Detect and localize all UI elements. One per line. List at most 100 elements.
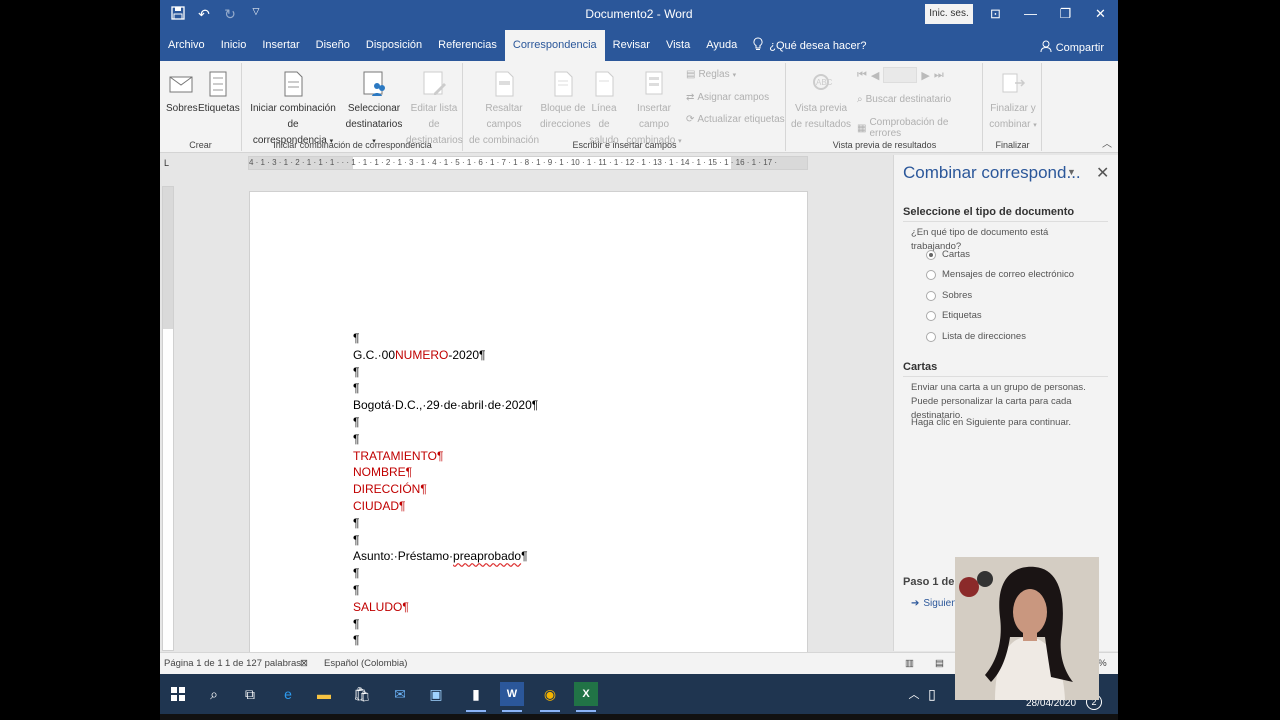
tab-vista[interactable]: Vista <box>658 30 698 61</box>
tab-inicio[interactable]: Inicio <box>213 30 255 61</box>
insertar-campo-button[interactable]: Insertar campo combinado ▾ <box>622 65 686 150</box>
comprobacion-errores-button[interactable]: ▦ Comprobación de errores <box>857 117 982 139</box>
document-body[interactable]: ¶ G.C.·00NUMERO-2020¶ ¶ ¶ Bogotá·D.C.,·2… <box>353 330 538 649</box>
word-icon[interactable]: W <box>500 682 524 712</box>
next-record-icon[interactable]: ▶ <box>921 69 929 82</box>
paragraph-mark: ¶ <box>353 582 360 597</box>
resaltar-campos-button[interactable]: Resaltar campos de combinación <box>468 65 540 149</box>
restore-icon[interactable]: ❐ <box>1048 0 1083 28</box>
paragraph-mark: ¶ <box>353 381 360 396</box>
excel-icon[interactable]: X <box>574 682 598 712</box>
tell-me-box[interactable]: ¿Qué desea hacer? <box>745 37 874 54</box>
insert-field-icon <box>645 71 663 95</box>
usb-icon[interactable]: ▯ <box>920 682 944 706</box>
word-count[interactable]: 1 de 127 palabras <box>225 658 301 669</box>
pane-options-icon[interactable]: ▼ <box>1067 167 1076 177</box>
document-page[interactable]: ¶ G.C.·00NUMERO-2020¶ ¶ ¶ Bogotá·D.C.,·2… <box>249 191 808 661</box>
app-icon[interactable]: ▮ <box>464 682 488 712</box>
merge-field-direccion: DIRECCIÓN¶ <box>353 482 427 497</box>
radio-mensajes-correo[interactable]: Mensajes de correo electrónico <box>926 269 1074 280</box>
actualizar-etiquetas-button[interactable]: ⟳ Actualizar etiquetas <box>686 114 785 125</box>
radio-lista-direcciones[interactable]: Lista de direcciones <box>926 331 1026 342</box>
radio-icon <box>926 331 936 342</box>
bloque-direcciones-button[interactable]: Bloque de direcciones <box>540 65 591 133</box>
chrome-icon[interactable]: ◉ <box>538 682 562 712</box>
page-count[interactable]: Página 1 de 1 <box>164 658 223 669</box>
pane-close-icon[interactable]: ✕ <box>1096 163 1109 183</box>
sobres-button[interactable]: Sobres <box>166 65 198 117</box>
tab-diseno[interactable]: Diseño <box>308 30 358 61</box>
task-view-icon[interactable]: ⧉ <box>238 682 262 706</box>
radio-cartas[interactable]: Cartas <box>926 249 970 260</box>
edge-icon[interactable]: e <box>276 682 300 706</box>
tell-me-label: ¿Qué desea hacer? <box>769 39 867 52</box>
subject-line: Asunto:·Préstamo·preaprobado¶ <box>353 549 528 564</box>
dropdown-arrow-icon: ▾ <box>732 71 737 79</box>
iniciar-combinacion-button[interactable]: Iniciar combinación de correspondencia ▾ <box>245 65 341 150</box>
paragraph-mark: ¶ <box>353 532 360 547</box>
seleccionar-destinatarios-button[interactable]: Seleccionar destinatarios ▾ <box>343 65 405 150</box>
share-button[interactable]: Compartir <box>1040 40 1104 55</box>
lightbulb-icon <box>753 37 763 54</box>
spelling-error-word[interactable]: preaprobado <box>453 549 521 563</box>
redo-icon[interactable]: ↻ <box>222 6 238 23</box>
vista-previa-button[interactable]: ABC Vista previa de resultados <box>789 65 853 133</box>
edit-list-icon <box>423 71 446 95</box>
section-heading-cartas: Cartas <box>903 361 1108 377</box>
proofing-icon[interactable]: ⊠ <box>300 658 308 669</box>
ribbon-tabs: Archivo Inicio Insertar Diseño Disposici… <box>160 30 1118 61</box>
continue-hint: Haga clic en Siguiente para continuar. <box>911 417 1072 428</box>
tab-ayuda[interactable]: Ayuda <box>698 30 745 61</box>
reference-line: G.C.·00NUMERO-2020¶ <box>353 347 486 362</box>
tab-revisar[interactable]: Revisar <box>605 30 658 61</box>
file-explorer-icon[interactable]: ▬ <box>312 682 336 706</box>
arrow-right-icon: ➔ <box>911 598 920 609</box>
save-icon[interactable] <box>170 6 186 23</box>
radio-etiquetas[interactable]: Etiquetas <box>926 310 982 321</box>
first-record-icon[interactable]: ⏮ <box>857 69 867 82</box>
customize-qat-icon[interactable]: ▽ <box>248 6 264 23</box>
horizontal-ruler[interactable]: 4 · 1 · 3 · 1 · 2 · 1 · 1 · 1 · · · 1 · … <box>248 156 808 170</box>
print-layout-icon[interactable]: ▤ <box>935 658 944 669</box>
vertical-ruler[interactable] <box>162 186 174 651</box>
collapse-ribbon-icon[interactable]: ︿ <box>1102 135 1112 150</box>
buscar-destinatario-button[interactable]: ⌕ Buscar destinatario <box>857 94 951 105</box>
tab-selector[interactable]: L <box>164 158 174 168</box>
tab-archivo[interactable]: Archivo <box>160 30 213 61</box>
undo-icon[interactable]: ↶ <box>196 6 212 23</box>
read-mode-icon[interactable]: ▥ <box>905 658 914 669</box>
sign-in-button[interactable]: Inic. ses. <box>925 4 973 24</box>
language-indicator[interactable]: Español (Colombia) <box>324 658 407 669</box>
mail-icon[interactable]: ✉ <box>388 682 412 706</box>
windows-start-icon[interactable] <box>166 682 190 706</box>
search-icon[interactable]: ⌕ <box>202 682 226 706</box>
merge-field-tratamiento: TRATAMIENTO¶ <box>353 448 444 463</box>
tab-correspondencia[interactable]: Correspondencia <box>504 30 605 61</box>
reglas-button[interactable]: ▤ Reglas ▾ <box>686 69 736 80</box>
linea-saludo-button[interactable]: Línea de saludo <box>586 65 622 149</box>
prev-record-icon[interactable]: ◀ <box>871 69 879 82</box>
minimize-icon[interactable]: — <box>1013 0 1048 28</box>
radio-sobres[interactable]: Sobres <box>926 290 972 301</box>
record-number-input[interactable] <box>883 67 918 83</box>
last-record-icon[interactable]: ⏭ <box>934 69 944 82</box>
ruler-margin-top <box>163 187 173 329</box>
tab-referencias[interactable]: Referencias <box>430 30 505 61</box>
etiquetas-button[interactable]: Etiquetas <box>198 65 240 117</box>
group-label-vista: Vista previa de resultados <box>832 140 937 150</box>
asignar-campos-button[interactable]: ⇄ Asignar campos <box>686 92 769 103</box>
paragraph-mark: ¶ <box>353 414 360 429</box>
pane-title: Combinar correspond... <box>903 163 1081 182</box>
group-finalizar: Finalizar y combinar ▾ Finalizar <box>984 63 1042 151</box>
recipients-icon <box>363 71 385 96</box>
tab-disposicion[interactable]: Disposición <box>358 30 430 61</box>
store-icon[interactable]: 🛍 <box>350 682 374 706</box>
find-icon: ⌕ <box>857 94 863 105</box>
group-label-escribir: Escribir e insertar campos <box>572 140 677 150</box>
ribbon-display-options-icon[interactable]: ⊡ <box>978 0 1013 28</box>
editar-lista-button[interactable]: Editar lista de destinatarios <box>406 65 463 149</box>
finalizar-combinar-button[interactable]: Finalizar y combinar ▾ <box>986 65 1040 134</box>
tab-insertar[interactable]: Insertar <box>254 30 307 61</box>
close-icon[interactable]: ✕ <box>1083 0 1118 28</box>
photos-icon[interactable]: ▣ <box>424 682 448 706</box>
